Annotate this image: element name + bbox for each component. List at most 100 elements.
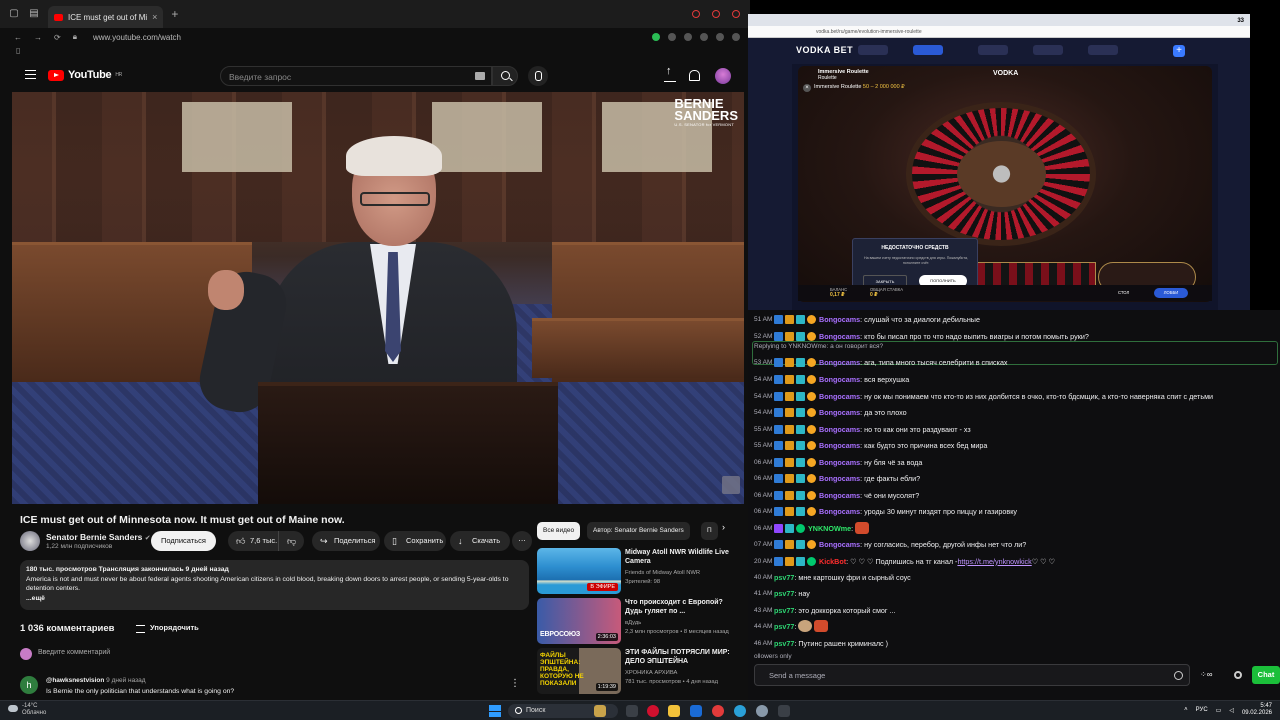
comment-menu-icon[interactable]: ⋮ (510, 678, 520, 689)
badge-icon[interactable] (796, 506, 805, 516)
related-video-channel[interactable]: Friends of Midway Atoll NWR (625, 570, 700, 576)
close-tab-icon[interactable]: × (152, 12, 157, 22)
badge-icon[interactable] (796, 391, 805, 401)
badge-icon[interactable] (774, 331, 783, 341)
chat-username[interactable]: Bongocams (819, 315, 860, 324)
badge-icon[interactable] (807, 314, 816, 324)
chat-username[interactable]: Bongocams (819, 392, 860, 401)
close-window-icon[interactable] (732, 10, 740, 18)
clock[interactable]: 5:47 09.02.2026 (1242, 703, 1272, 717)
downloads-icon[interactable] (732, 33, 740, 41)
casino-logo[interactable]: VODKA BET (796, 45, 853, 55)
dislike-button[interactable]: 👎︎ (278, 531, 304, 551)
video-thumbnail[interactable]: В ЭФИРЕ (537, 548, 621, 594)
youtube-logo[interactable]: YouTube HR (48, 69, 122, 81)
video-end-card-thumb[interactable] (722, 476, 740, 494)
badge-icon[interactable] (807, 440, 816, 450)
browser-menu-icon[interactable]: ▢ (8, 8, 20, 20)
extension-vpn-icon[interactable] (652, 33, 660, 41)
badge-icon[interactable] (807, 424, 816, 434)
related-video-title[interactable]: ЭТИ ФАЙЛЫ ПОТРЯСЛИ МИР: ДЕЛО ЭПШТЕЙНА (625, 648, 737, 666)
chat-emote[interactable] (814, 620, 829, 632)
badge-icon[interactable] (807, 539, 816, 549)
minimize-icon[interactable] (712, 10, 720, 18)
related-video-title[interactable]: Что происходит с Европой? Дудь гуляет по… (625, 598, 737, 616)
windows-start-icon[interactable] (489, 705, 501, 717)
badge-icon[interactable] (785, 314, 794, 324)
extension-icon[interactable] (700, 33, 708, 41)
badge-icon[interactable] (807, 457, 816, 467)
badge-icon[interactable] (807, 490, 816, 500)
badge-icon[interactable] (807, 473, 816, 483)
badge-icon[interactable] (796, 556, 805, 566)
badge-icon[interactable] (785, 506, 794, 516)
casino-nav-item[interactable] (1088, 45, 1118, 55)
badge-icon[interactable] (796, 473, 805, 483)
extension-icon[interactable] (716, 33, 724, 41)
tab-count-badge[interactable]: 33 (1237, 15, 1244, 27)
emote-picker-icon[interactable] (1174, 671, 1183, 680)
chat-username[interactable]: psv77 (774, 589, 794, 598)
commenter-avatar[interactable]: h (20, 676, 38, 694)
chat-username[interactable]: Bongocams (819, 375, 860, 384)
deposit-plus-button[interactable]: + (1173, 45, 1185, 57)
search-tabs-icon[interactable] (692, 10, 700, 18)
close-game-icon[interactable]: × (803, 84, 811, 92)
badge-icon[interactable] (807, 374, 816, 384)
badge-icon[interactable] (785, 374, 794, 384)
chat-username[interactable]: Bongocams (819, 332, 860, 341)
related-video[interactable]: ФАЙЛЫ ЭПШТЕЙНА: ПРАВДА, КОТОРУЮ НЕ ПОКАЗ… (537, 648, 742, 696)
chat-username[interactable]: psv77 (774, 606, 794, 615)
tab-list-icon[interactable]: ▤ (28, 8, 40, 20)
chat-emote[interactable] (798, 620, 813, 632)
chat-username[interactable]: Bongocams (819, 358, 860, 367)
opera-gx-icon[interactable] (647, 705, 659, 717)
badge-icon[interactable] (774, 314, 783, 324)
chat-emote[interactable] (855, 522, 870, 534)
badge-icon[interactable] (796, 523, 805, 533)
badge-icon[interactable] (774, 556, 783, 566)
extension-icon[interactable] (684, 33, 692, 41)
badge-icon[interactable] (774, 457, 783, 467)
badge-icon[interactable] (785, 457, 794, 467)
chat-username[interactable]: psv77 (774, 639, 794, 648)
chat-username[interactable]: psv77 (774, 622, 794, 631)
chat-username[interactable]: Bongocams (819, 507, 860, 516)
video-thumbnail[interactable]: ЕВРОСОЮЗ 2:36:03 (537, 598, 621, 644)
casino-nav-item[interactable] (1033, 45, 1063, 55)
badge-icon[interactable] (774, 473, 783, 483)
casino-url-field[interactable]: vodka.bet/ru/game/evolution-immersive-ro… (748, 26, 1250, 38)
reload-icon[interactable]: ⟳ (54, 33, 61, 42)
back-icon[interactable]: ← (14, 33, 22, 42)
roulette-game[interactable]: Immersive Roulette Roulette VODKA × Immer… (798, 66, 1212, 302)
badge-icon[interactable] (785, 523, 794, 533)
badge-icon[interactable] (796, 539, 805, 549)
search-button[interactable] (492, 66, 518, 86)
badge-icon[interactable] (774, 391, 783, 401)
weather-widget[interactable]: -14°C Облачно (8, 703, 46, 717)
subscribe-button[interactable]: Подписаться (151, 531, 216, 551)
casino-nav-item-active[interactable] (913, 45, 943, 55)
badge-icon[interactable] (785, 391, 794, 401)
badge-icon[interactable] (796, 490, 805, 500)
file-explorer-icon[interactable] (668, 705, 680, 717)
chat-message-input[interactable]: Send a message (754, 664, 1190, 686)
badge-icon[interactable] (807, 331, 816, 341)
chat-settings-gear-icon[interactable] (1234, 671, 1242, 679)
yandex-browser-icon[interactable] (712, 705, 724, 717)
chat-username[interactable]: Bongocams (819, 408, 860, 417)
show-more-link[interactable]: ...ещё (26, 594, 523, 604)
badge-icon[interactable] (774, 407, 783, 417)
comment-author[interactable]: @hawksnestvision 9 дней назад (46, 677, 146, 684)
channel-points-icon[interactable]: ⁘∞ (1200, 670, 1212, 679)
related-video[interactable]: ЕВРОСОЮЗ 2:36:03 Что происходит с Европой… (537, 598, 742, 646)
badge-icon[interactable] (774, 440, 783, 450)
new-tab-icon[interactable]: + (171, 7, 178, 21)
badge-icon[interactable] (785, 407, 794, 417)
chip-by-author[interactable]: Автор: Senator Bernie Sanders (587, 522, 690, 540)
betting-grid[interactable] (976, 262, 1096, 286)
more-actions-button[interactable]: ⋯ (512, 531, 532, 551)
chat-username[interactable]: YNKNOWme (808, 524, 851, 533)
search-input[interactable]: Введите запрос (220, 66, 492, 86)
chat-username[interactable]: Bongocams (819, 458, 860, 467)
